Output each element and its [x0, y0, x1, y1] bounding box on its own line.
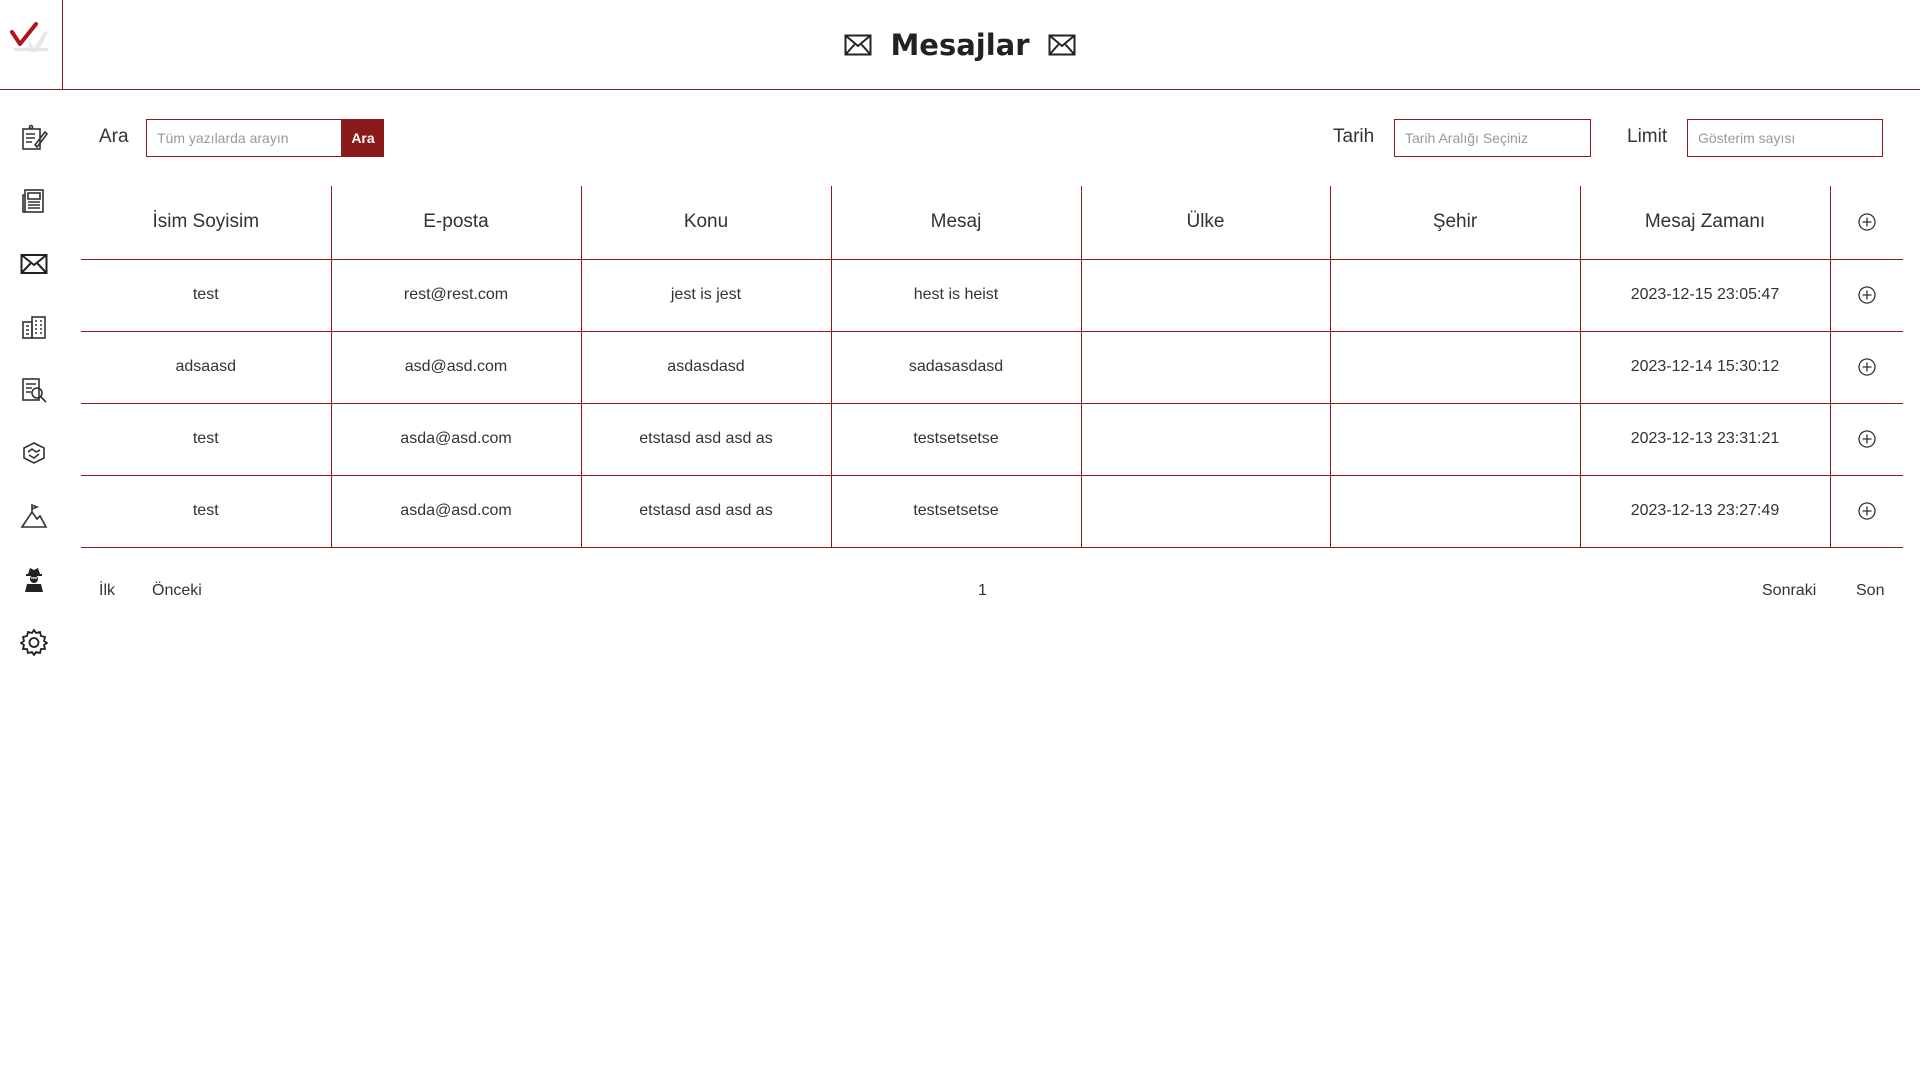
- cell-action: [1830, 331, 1903, 404]
- sidebar-item-search-docs[interactable]: [18, 374, 50, 406]
- cell-country: [1081, 331, 1331, 404]
- table-row[interactable]: adsaasd asd@asd.com asdasdasd sadasasdas…: [81, 331, 1903, 404]
- cell-email: asd@asd.com: [331, 331, 582, 404]
- search-label: Ara: [99, 126, 129, 147]
- pagination: İlk Önceki 1 Sonraki Son: [0, 582, 1920, 606]
- cell-city: [1330, 331, 1581, 404]
- envelope-icon: [20, 254, 48, 274]
- table-row[interactable]: test rest@rest.com jest is jest hest is …: [81, 259, 1903, 332]
- expand-row-icon[interactable]: [1857, 285, 1877, 305]
- column-header-country[interactable]: Ülke: [1081, 186, 1331, 260]
- cell-city: [1330, 403, 1581, 476]
- add-circle-icon[interactable]: [1857, 212, 1877, 232]
- column-header-action: [1830, 186, 1903, 260]
- cell-subject: asdasdasd: [581, 331, 832, 404]
- cell-message: sadasasdasd: [831, 331, 1082, 404]
- cell-country: [1081, 403, 1331, 476]
- sidebar-item-buildings[interactable]: [18, 311, 50, 343]
- table-row[interactable]: test asda@asd.com etstasd asd asd as tes…: [81, 475, 1903, 548]
- sidebar-item-goals[interactable]: [18, 500, 50, 532]
- logo-area[interactable]: [0, 0, 63, 90]
- sidebar-item-news[interactable]: [18, 185, 50, 217]
- column-header-city[interactable]: Şehir: [1330, 186, 1581, 260]
- last-page-link[interactable]: Son: [1856, 582, 1884, 600]
- search-input[interactable]: [146, 119, 342, 157]
- cell-action: [1830, 259, 1903, 332]
- column-header-subject[interactable]: Konu: [581, 186, 832, 260]
- table-row[interactable]: test asda@asd.com etstasd asd asd as tes…: [81, 403, 1903, 476]
- document-search-icon: [22, 378, 47, 403]
- cell-country: [1081, 259, 1331, 332]
- previous-page-link[interactable]: Önceki: [152, 582, 202, 600]
- limit-input[interactable]: [1687, 119, 1883, 157]
- filter-bar: Ara Ara Tarih Limit: [0, 118, 1920, 158]
- newspaper-icon: [22, 189, 44, 213]
- mountain-flag-icon: [20, 503, 48, 528]
- cell-name: test: [81, 403, 332, 476]
- expand-row-icon[interactable]: [1857, 357, 1877, 377]
- cell-subject: jest is jest: [581, 259, 832, 332]
- cell-city: [1330, 259, 1581, 332]
- sidebar-item-settings[interactable]: [18, 626, 50, 658]
- cell-name: test: [81, 475, 332, 548]
- table-header-row: İsim Soyisim E-posta Konu Mesaj Ülke Şeh…: [81, 186, 1903, 260]
- cell-action: [1830, 475, 1903, 548]
- top-bar: [0, 0, 1920, 90]
- current-page-number[interactable]: 1: [978, 582, 987, 600]
- handshake-icon: [23, 442, 45, 464]
- column-header-name[interactable]: İsim Soyisim: [81, 186, 332, 260]
- gear-icon: [20, 628, 48, 656]
- next-page-link[interactable]: Sonraki: [1762, 582, 1816, 600]
- cell-email: rest@rest.com: [331, 259, 582, 332]
- cell-name: test: [81, 259, 332, 332]
- cell-action: [1830, 403, 1903, 476]
- cell-subject: etstasd asd asd as: [581, 475, 832, 548]
- column-header-email[interactable]: E-posta: [331, 186, 582, 260]
- first-page-link[interactable]: İlk: [99, 582, 115, 600]
- cell-email: asda@asd.com: [331, 475, 582, 548]
- cell-city: [1330, 475, 1581, 548]
- date-label: Tarih: [1333, 126, 1375, 147]
- cell-email: asda@asd.com: [331, 403, 582, 476]
- messages-table: İsim Soyisim E-posta Konu Mesaj Ülke Şeh…: [81, 186, 1903, 548]
- cell-subject: etstasd asd asd as: [581, 403, 832, 476]
- cell-message: testsetsetse: [831, 403, 1082, 476]
- cell-name: adsaasd: [81, 331, 332, 404]
- cell-time: 2023-12-13 23:27:49: [1580, 475, 1831, 548]
- cell-time: 2023-12-15 23:05:47: [1580, 259, 1831, 332]
- cell-message: hest is heist: [831, 259, 1082, 332]
- cell-message: testsetsetse: [831, 475, 1082, 548]
- limit-label: Limit: [1627, 126, 1668, 147]
- column-header-message[interactable]: Mesaj: [831, 186, 1082, 260]
- search-button[interactable]: Ara: [342, 119, 384, 157]
- expand-row-icon[interactable]: [1857, 501, 1877, 521]
- cell-time: 2023-12-13 23:31:21: [1580, 403, 1831, 476]
- building-icon: [22, 316, 46, 339]
- cell-country: [1081, 475, 1331, 548]
- brand-logo: [10, 22, 48, 52]
- sidebar-item-partners[interactable]: [18, 437, 50, 469]
- cell-time: 2023-12-14 15:30:12: [1580, 331, 1831, 404]
- date-range-input[interactable]: [1394, 119, 1591, 157]
- column-header-time[interactable]: Mesaj Zamanı: [1580, 186, 1831, 260]
- sidebar-item-messages[interactable]: [18, 248, 50, 280]
- expand-row-icon[interactable]: [1857, 429, 1877, 449]
